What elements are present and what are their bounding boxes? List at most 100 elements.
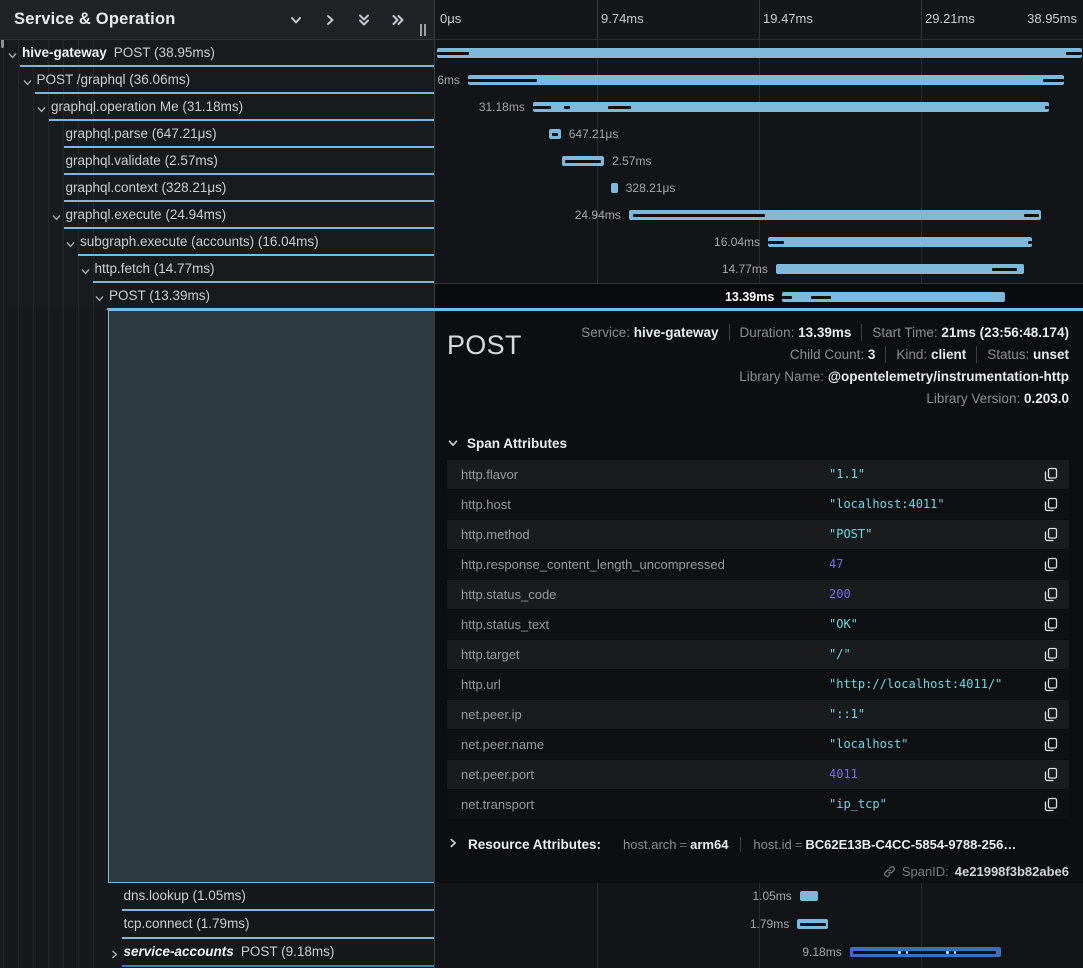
tree-row[interactable]: POST (13.39ms) xyxy=(0,283,434,310)
timeline-row[interactable]: 328.21μs xyxy=(435,175,1083,202)
equals-sign: = xyxy=(677,837,691,852)
chevron-down-icon[interactable] xyxy=(22,75,33,86)
span-duration-bar[interactable] xyxy=(768,237,1032,247)
attribute-key: http.status_code xyxy=(461,587,829,602)
timeline-row[interactable] xyxy=(435,40,1083,67)
tree-row[interactable]: graphql.operation Me (31.18ms) xyxy=(0,94,434,121)
copy-icon[interactable] xyxy=(1043,526,1059,542)
timeline-row[interactable]: 6ms xyxy=(435,67,1083,94)
chevron-down-icon[interactable] xyxy=(7,48,18,59)
span-duration-bar[interactable] xyxy=(437,48,1082,58)
span-duration-bar[interactable] xyxy=(797,919,828,929)
attribute-row[interactable]: http.flavor"1.1" xyxy=(447,460,1069,490)
span-attributes-header[interactable]: Span Attributes xyxy=(447,436,1069,451)
copy-icon[interactable] xyxy=(1043,496,1059,512)
tree-row[interactable]: graphql.context (328.21μs) xyxy=(0,175,434,202)
child-span-mark xyxy=(898,951,901,954)
timeline-row[interactable]: 16.04ms xyxy=(435,229,1083,256)
span-duration-bar[interactable] xyxy=(782,292,1005,302)
tree-row[interactable]: hive-gatewayPOST (38.95ms) xyxy=(0,40,434,67)
operation-name: POST (38.95ms) xyxy=(114,45,215,60)
tree-row[interactable]: subgraph.execute (accounts) (16.04ms) xyxy=(0,229,434,256)
chevron-down-icon[interactable] xyxy=(287,12,304,29)
child-span-mark xyxy=(1043,79,1064,82)
span-duration-bar[interactable] xyxy=(776,264,1024,274)
tree-row[interactable]: http.fetch (14.77ms) xyxy=(0,256,434,283)
tree-row[interactable]: service-accountsPOST (9.18ms) xyxy=(0,939,434,967)
timeline-row[interactable]: 24.94ms xyxy=(435,202,1083,229)
span-duration-bar[interactable] xyxy=(468,75,1064,85)
meta-item: Library Version: 0.203.0 xyxy=(916,390,1069,407)
timeline-row[interactable]: 2.57ms xyxy=(435,148,1083,175)
attribute-row[interactable]: net.peer.port4011 xyxy=(447,760,1069,790)
copy-icon[interactable] xyxy=(1043,736,1059,752)
span-duration-bar[interactable] xyxy=(562,156,604,166)
span-duration-bar[interactable] xyxy=(850,947,1001,957)
attribute-row[interactable]: http.method"POST" xyxy=(447,520,1069,550)
meta-item: Start Time: 21ms (23:56:48.174) xyxy=(861,324,1069,341)
attribute-row[interactable]: http.host"localhost:4011" xyxy=(447,490,1069,520)
tree-row[interactable]: graphql.execute (24.94ms) xyxy=(0,202,434,229)
duration-label: 1.79ms xyxy=(435,917,789,931)
attribute-key: http.host xyxy=(461,497,829,512)
chevron-down-icon[interactable] xyxy=(51,210,62,221)
chevron-down-icon[interactable] xyxy=(36,102,47,113)
copy-icon[interactable] xyxy=(1043,466,1059,482)
attribute-row[interactable]: http.response_content_length_uncompresse… xyxy=(447,550,1069,580)
chevrons-right-icon[interactable] xyxy=(389,12,406,29)
attribute-row[interactable]: http.url"http://localhost:4011/" xyxy=(447,670,1069,700)
span-duration-bar[interactable] xyxy=(611,183,617,193)
attribute-row[interactable]: net.peer.name"localhost" xyxy=(447,730,1069,760)
attribute-row[interactable]: net.peer.ip"::1" xyxy=(447,700,1069,730)
timeline-row[interactable]: 1.79ms xyxy=(435,911,1083,939)
timeline-row[interactable]: 647.21μs xyxy=(435,121,1083,148)
span-name-label: POST /graphql (36.06ms) xyxy=(37,72,191,87)
resource-attributes-row[interactable]: Resource Attributes: host.arch=arm64host… xyxy=(447,836,1069,854)
panel-resize-handle[interactable] xyxy=(420,24,428,36)
chevron-down-icon[interactable] xyxy=(65,237,76,248)
span-duration-bar[interactable] xyxy=(800,891,818,901)
span-duration-bar[interactable] xyxy=(533,102,1049,112)
link-icon[interactable] xyxy=(883,865,896,878)
copy-icon[interactable] xyxy=(1043,616,1059,632)
span-id-value[interactable]: 4e21998f3b82abe6 xyxy=(955,864,1069,879)
duration-label: 24.94ms xyxy=(435,208,621,222)
tree-row[interactable]: dns.lookup (1.05ms) xyxy=(0,883,434,911)
chevron-right-icon[interactable] xyxy=(109,947,120,958)
span-color-underline xyxy=(122,965,435,967)
tree-row[interactable]: graphql.parse (647.21μs) xyxy=(0,121,434,148)
operation-name: POST (9.18ms) xyxy=(241,944,335,959)
tree-row[interactable]: POST /graphql (36.06ms) xyxy=(0,67,434,94)
copy-icon[interactable] xyxy=(1043,796,1059,812)
timeline-row[interactable]: 1.05ms xyxy=(435,883,1083,911)
attribute-key: http.url xyxy=(461,677,829,692)
attribute-row[interactable]: http.target"/" xyxy=(447,640,1069,670)
timeline-row[interactable]: 14.77ms xyxy=(435,256,1083,283)
attribute-row[interactable]: net.transport"ip_tcp" xyxy=(447,790,1069,820)
copy-icon[interactable] xyxy=(1043,586,1059,602)
meta-item: Kind: client xyxy=(885,346,976,363)
copy-icon[interactable] xyxy=(1043,556,1059,572)
child-span-mark xyxy=(552,133,559,136)
tree-row[interactable]: tcp.connect (1.79ms) xyxy=(0,911,434,939)
copy-icon[interactable] xyxy=(1043,646,1059,662)
chevron-down-icon xyxy=(447,437,459,449)
copy-icon[interactable] xyxy=(1043,766,1059,782)
attribute-row[interactable]: http.status_text"OK" xyxy=(447,610,1069,640)
timeline-row[interactable]: 13.39ms xyxy=(435,283,1083,310)
span-duration-bar[interactable] xyxy=(629,210,1041,220)
operation-name: graphql.context (328.21μs) xyxy=(66,180,227,195)
copy-icon[interactable] xyxy=(1043,706,1059,722)
chevron-right-icon[interactable] xyxy=(321,12,338,29)
copy-icon[interactable] xyxy=(1043,676,1059,692)
timeline-row[interactable]: 31.18ms xyxy=(435,94,1083,121)
timeline-row[interactable]: 9.18ms xyxy=(435,939,1083,967)
tree-row[interactable]: graphql.validate (2.57ms) xyxy=(0,148,434,175)
chevron-down-icon[interactable] xyxy=(94,291,105,302)
attribute-value: "POST" xyxy=(829,527,1043,541)
equals-sign: = xyxy=(792,837,806,852)
span-duration-bar[interactable] xyxy=(549,129,561,139)
chevrons-down-icon[interactable] xyxy=(355,12,372,29)
chevron-down-icon[interactable] xyxy=(80,264,91,275)
attribute-row[interactable]: http.status_code200 xyxy=(447,580,1069,610)
